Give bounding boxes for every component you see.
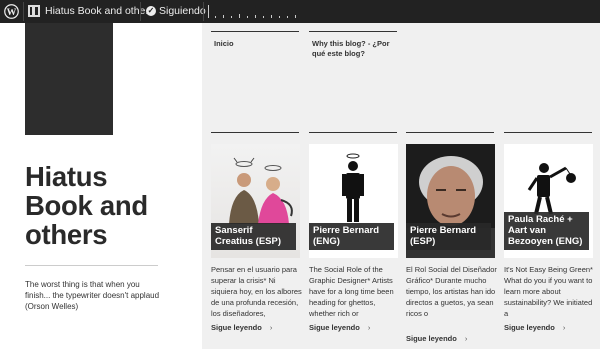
post-excerpt: It's Not Easy Being Green* What do you i… — [504, 265, 593, 318]
header-image[interactable] — [25, 23, 113, 135]
post-title[interactable]: Sanserif Creatius (ESP) — [211, 223, 296, 250]
post-excerpt: El Rol Social del Diseñador Gráfico* Dur… — [406, 265, 497, 318]
nav-divider — [211, 31, 299, 32]
post-thumbnail[interactable]: Pierre Bernard (ESP) — [406, 144, 495, 258]
checkmark-icon[interactable]: ✓ — [146, 6, 156, 16]
post-divider — [309, 132, 397, 133]
post-thumbnail[interactable]: Sanserif Creatius (ESP) — [211, 144, 300, 258]
post-title[interactable]: Paula Raché + Aart van Bezooyen (ENG) — [504, 212, 589, 250]
nav-link-inicio[interactable]: Inicio — [214, 39, 294, 49]
read-more-link[interactable]: Sigue leyendo › — [406, 334, 467, 343]
svg-text:W: W — [7, 7, 17, 18]
follow-button[interactable]: Siguiendo — [159, 5, 206, 17]
admin-bar-divider — [23, 2, 24, 21]
post-divider — [504, 132, 592, 133]
arrow-right-icon: › — [464, 334, 468, 343]
read-more-link[interactable]: Sigue leyendo › — [211, 323, 272, 332]
admin-bar-divider — [140, 2, 141, 21]
wordpress-logo-icon[interactable]: W — [4, 4, 19, 19]
admin-bar-divider — [203, 2, 204, 21]
post-thumbnail[interactable]: Pierre Bernard (ENG) — [309, 144, 398, 258]
post-title[interactable]: Pierre Bernard (ESP) — [406, 223, 491, 250]
post-excerpt: Pensar en el usuario para superar la cri… — [211, 265, 302, 318]
main-content: Inicio Why this blog? - ¿Por qué este bl… — [202, 23, 600, 349]
read-more-link[interactable]: Sigue leyendo › — [309, 323, 370, 332]
arrow-right-icon: › — [562, 323, 566, 332]
site-header: Hiatus Book and others The worst thing i… — [0, 23, 202, 349]
arrow-right-icon: › — [367, 323, 371, 332]
post-thumbnail[interactable]: Paula Raché + Aart van Bezooyen (ENG) — [504, 144, 593, 258]
admin-bar: W Hiatus Book and othe... ✓ Siguiendo — [0, 0, 600, 23]
post-divider — [406, 132, 494, 133]
arrow-right-icon: › — [269, 323, 273, 332]
site-icon[interactable] — [28, 5, 40, 17]
post-divider — [211, 132, 299, 133]
site-title[interactable]: Hiatus Book and others — [25, 162, 175, 249]
nav-link-why-this-blog[interactable]: Why this blog? - ¿Por qué este blog? — [312, 39, 398, 59]
post-excerpt: The Social Role of the Graphic Designer*… — [309, 265, 394, 318]
post-title[interactable]: Pierre Bernard (ENG) — [309, 223, 394, 250]
site-tagline: The worst thing is that when you finish.… — [25, 280, 160, 311]
read-more-link[interactable]: Sigue leyendo › — [504, 323, 565, 332]
header-divider — [25, 265, 158, 266]
stats-sparkline[interactable] — [208, 5, 298, 18]
admin-bar-site-name[interactable]: Hiatus Book and othe... — [45, 5, 154, 17]
nav-divider — [309, 31, 397, 32]
